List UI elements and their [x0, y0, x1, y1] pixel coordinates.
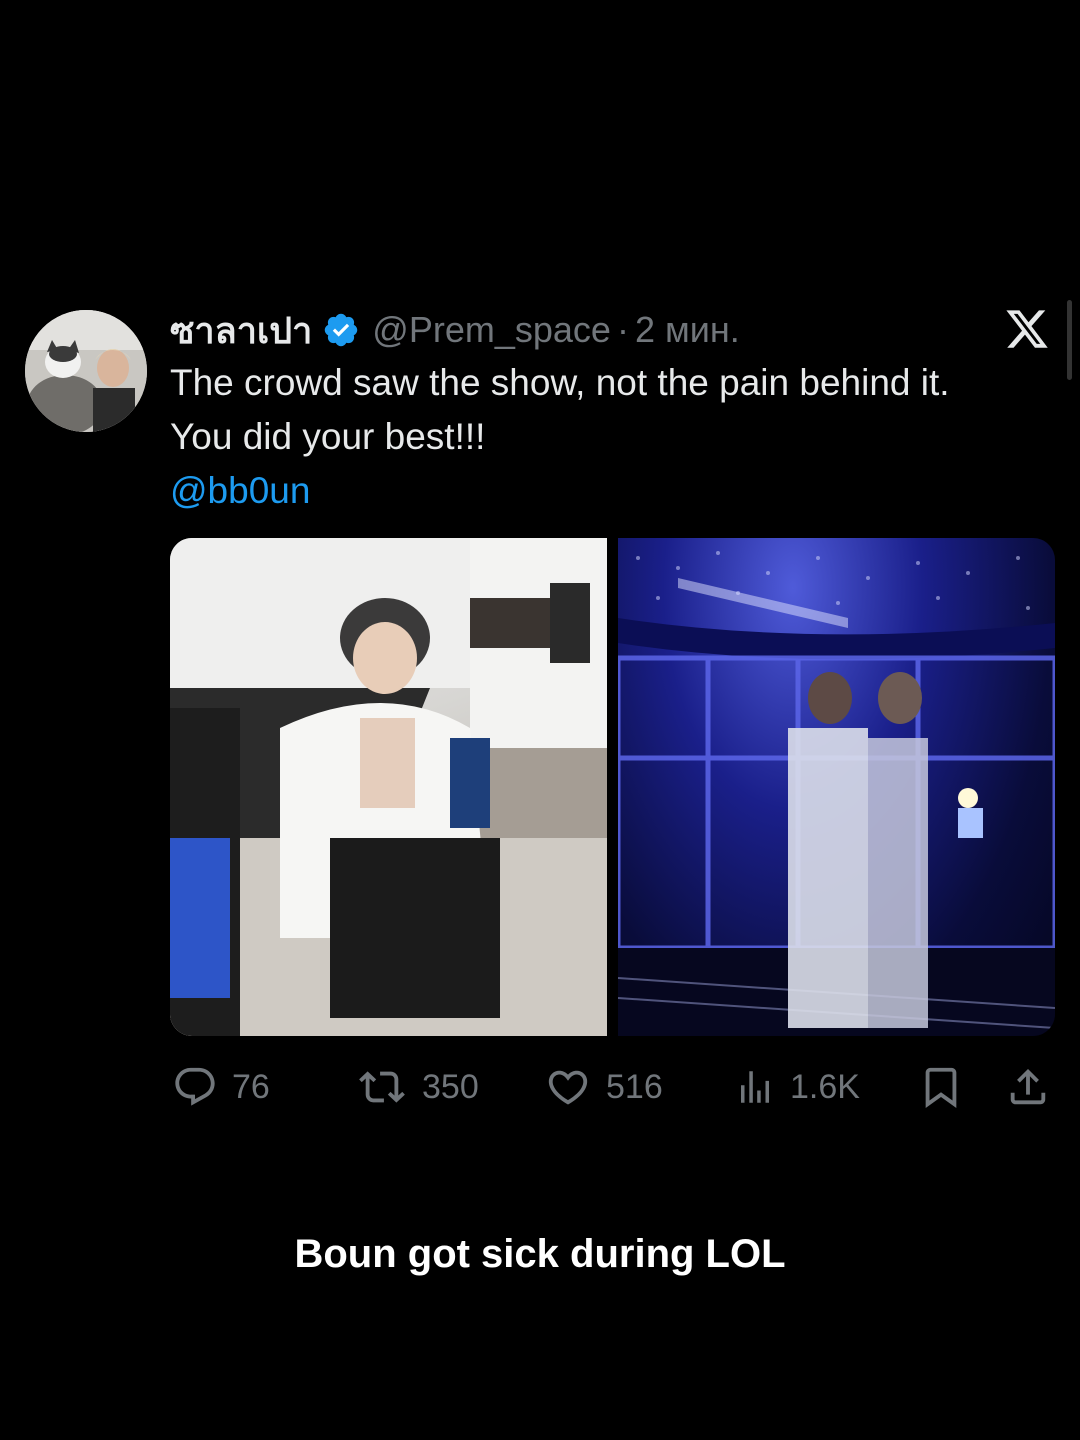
tweet-text-line-1: The crowd saw the show, not the pain beh…: [170, 362, 950, 403]
backstage-photo[interactable]: [170, 538, 607, 1036]
display-name[interactable]: ซาลาเปา: [170, 302, 312, 359]
video-caption: Boun got sick during LOL: [294, 1232, 786, 1276]
like-icon: [548, 1070, 588, 1105]
tweet-card[interactable]: ซาลาเปา @Prem_space · 2 мин. The crowd s…: [0, 300, 1080, 1120]
timestamp[interactable]: 2 мин.: [635, 309, 740, 351]
reply-button[interactable]: 76: [172, 1062, 270, 1112]
mention-link[interactable]: @bb0un: [170, 464, 1060, 518]
views-button[interactable]: 1.6K: [734, 1062, 860, 1112]
repost-icon: [359, 1071, 405, 1103]
action-bar: 76 350 516 1.6K: [170, 1062, 1055, 1112]
tweet-header: ซาลาเปา @Prem_space · 2 мин.: [170, 300, 740, 360]
tweet-text-line-2: You did your best!!!: [170, 416, 486, 457]
views-count: 1.6K: [790, 1067, 860, 1106]
media-grid: [170, 538, 1055, 1036]
avatar[interactable]: [25, 310, 147, 432]
views-icon: [741, 1071, 769, 1103]
reply-count: 76: [232, 1067, 270, 1106]
repost-button[interactable]: 350: [356, 1062, 479, 1112]
x-logo-icon: [1004, 306, 1050, 352]
like-count: 516: [606, 1067, 663, 1106]
bookmark-button[interactable]: [918, 1062, 978, 1112]
share-icon: [1010, 1068, 1046, 1105]
tweet-text: The crowd saw the show, not the pain beh…: [170, 356, 1060, 518]
bookmark-icon: [925, 1067, 957, 1108]
like-button[interactable]: 516: [544, 1062, 663, 1112]
repost-count: 350: [422, 1067, 479, 1106]
separator-dot: ·: [616, 309, 629, 350]
share-button[interactable]: [1004, 1062, 1066, 1112]
scrollbar[interactable]: [1067, 300, 1072, 380]
verified-badge-icon: [322, 311, 360, 349]
user-handle[interactable]: @Prem_space: [372, 309, 611, 351]
reply-icon: [175, 1067, 215, 1106]
stage-photo[interactable]: [618, 538, 1055, 1036]
